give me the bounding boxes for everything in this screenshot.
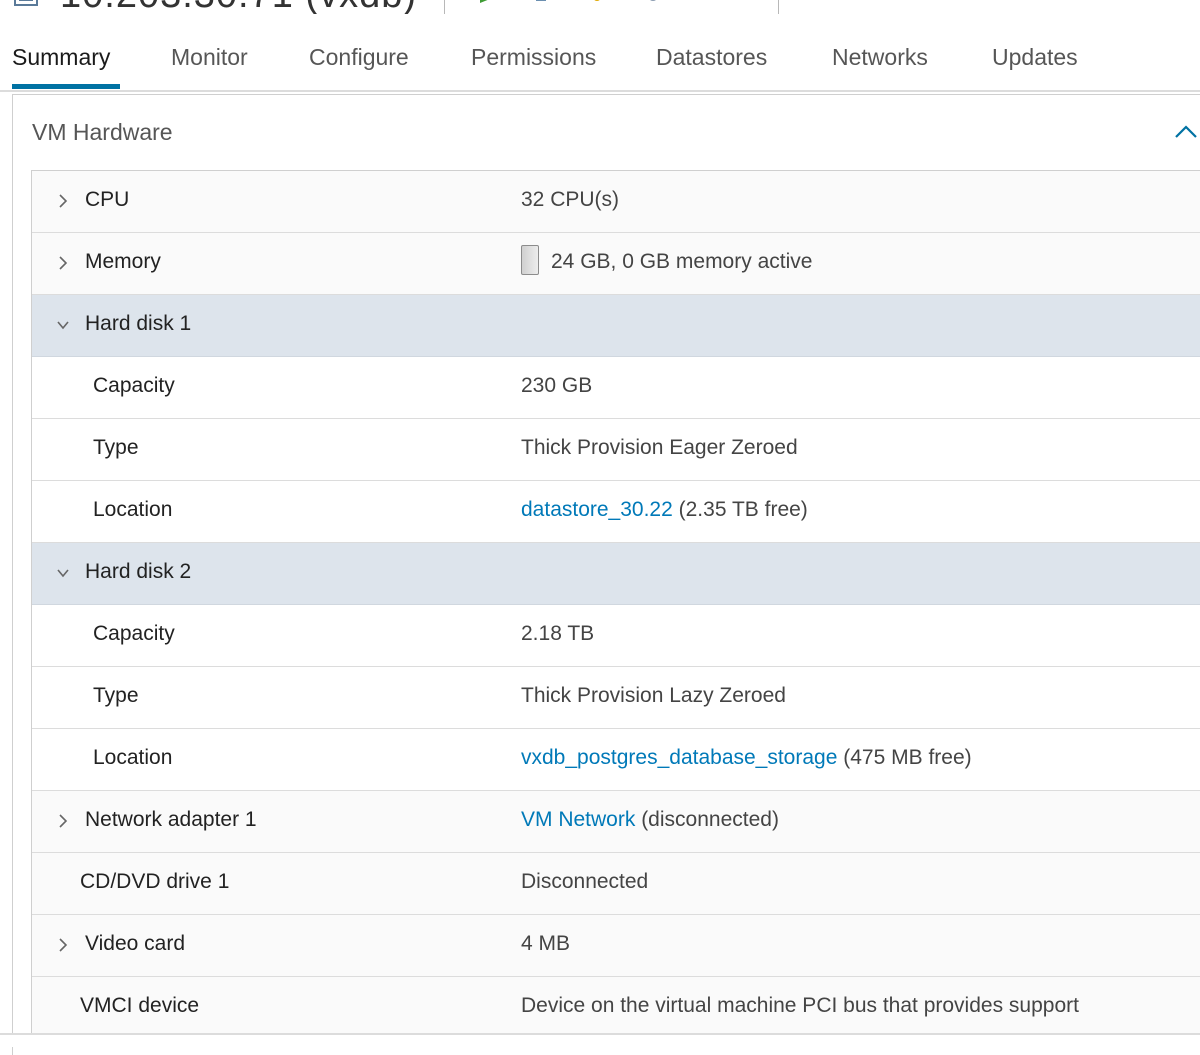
header-divider [778,0,779,14]
active-tab-indicator [12,84,120,89]
hd1-capacity-label: Capacity [93,374,175,397]
row-hd1-capacity: Capacity 230 GB [32,357,1200,419]
row-hard-disk-1: Hard disk 1 [32,295,1200,357]
memory-value: 24 GB, 0 GB memory active [551,250,813,273]
hardware-grid: CPU 32 CPU(s) Memory 24 GB, 0 GB memory … [31,170,1200,1039]
cd-dvd-label: CD/DVD drive 1 [80,870,230,893]
hard-disk-2-label: Hard disk 2 [85,560,192,583]
cpu-value: 32 CPU(s) [521,188,620,211]
row-memory: Memory 24 GB, 0 GB memory active [32,233,1200,295]
chevron-down-icon[interactable] [56,565,70,581]
memory-label: Memory [85,250,161,273]
network-link[interactable]: VM Network [521,808,635,831]
tab-monitor[interactable]: Monitor [171,44,248,71]
hd1-location-value: datastore_30.22 (2.35 TB free) [521,498,808,522]
header-actions [478,0,662,4]
tab-networks[interactable]: Networks [832,44,928,71]
row-hd1-location: Location datastore_30.22 (2.35 TB free) [32,481,1200,543]
hd2-location-value: vxdb_postgres_database_storage (475 MB f… [521,746,972,770]
card-title: VM Hardware [32,119,173,145]
hd1-type-value: Thick Provision Eager Zeroed [521,436,798,459]
vmci-value: Device on the virtual machine PCI bus th… [521,994,1079,1017]
hd1-capacity-value: 230 GB [521,374,593,397]
tab-permissions[interactable]: Permissions [471,44,596,71]
memory-usage-icon [521,245,539,275]
row-video-card: Video card 4 MB [32,915,1200,977]
hd1-location-label: Location [93,498,173,521]
row-cpu: CPU 32 CPU(s) [32,171,1200,233]
migrate-icon[interactable] [590,0,606,4]
hd1-type-label: Type [93,436,139,459]
video-card-label: Video card [85,932,186,955]
datastore-link[interactable]: datastore_30.22 [521,498,673,521]
datastore-link[interactable]: vxdb_postgres_database_storage [521,746,837,769]
network-adapter-label: Network adapter 1 [85,808,257,831]
vmci-label: VMCI device [80,994,200,1017]
hd2-free-space: (475 MB free) [837,746,972,769]
hd2-capacity-value: 2.18 TB [521,622,595,645]
chevron-down-icon[interactable] [56,317,70,333]
hd1-free-space: (2.35 TB free) [672,498,808,521]
refresh-icon[interactable] [646,0,662,4]
tab-configure[interactable]: Configure [309,44,409,71]
row-hd2-location: Location vxdb_postgres_database_storage … [32,729,1200,791]
window-header: 10.203.30.71 (vxdb) [0,0,1200,14]
tab-bar: Summary Monitor Configure Permissions Da… [0,36,1200,92]
header-divider [444,0,445,14]
cd-dvd-value: Disconnected [521,870,649,893]
row-hard-disk-2: Hard disk 2 [32,543,1200,605]
hd2-capacity-label: Capacity [93,622,175,645]
row-hd1-type: Type Thick Provision Eager Zeroed [32,419,1200,481]
row-network-adapter: Network adapter 1 VM Network (disconnect… [32,791,1200,853]
hd2-type-value: Thick Provision Lazy Zeroed [521,684,786,707]
hd2-type-label: Type [93,684,139,707]
chevron-right-icon[interactable] [56,255,70,271]
network-status: (disconnected) [635,808,779,831]
chevron-up-icon[interactable] [1173,123,1199,141]
power-on-icon[interactable] [478,0,494,4]
vm-title: 10.203.30.71 (vxdb) [60,0,417,14]
memory-value-wrap: 24 GB, 0 GB memory active [521,245,812,275]
row-hd2-capacity: Capacity 2.18 TB [32,605,1200,667]
vm-icon [14,0,38,6]
row-cd-dvd: CD/DVD drive 1 Disconnected [32,853,1200,915]
hd2-location-label: Location [93,746,173,769]
tab-summary[interactable]: Summary [12,44,110,71]
hard-disk-1-label: Hard disk 1 [85,312,192,335]
network-adapter-value: VM Network (disconnected) [521,808,779,832]
cpu-label: CPU [85,188,130,211]
chevron-right-icon[interactable] [56,193,70,209]
row-hd2-type: Type Thick Provision Lazy Zeroed [32,667,1200,729]
chevron-right-icon[interactable] [56,937,70,953]
chevron-right-icon[interactable] [56,813,70,829]
tab-divider [0,90,1200,92]
tab-updates[interactable]: Updates [992,44,1078,71]
row-vmci: VMCI device Device on the virtual machin… [32,977,1200,1039]
video-card-value: 4 MB [521,932,571,955]
tab-datastores[interactable]: Datastores [656,44,767,71]
console-icon[interactable] [534,0,550,4]
